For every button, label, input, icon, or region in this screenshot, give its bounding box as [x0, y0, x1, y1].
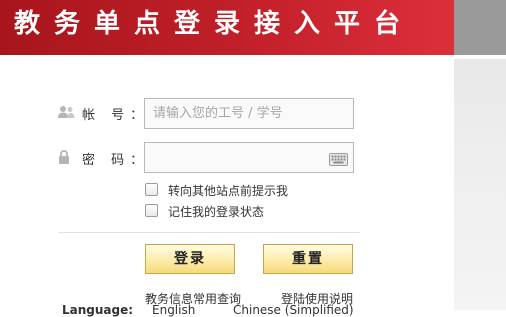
lock-icon [58, 149, 70, 168]
keyboard-icon[interactable] [329, 151, 348, 170]
account-input[interactable] [145, 99, 353, 128]
password-label: 密 码： [82, 153, 150, 168]
redirect-prompt-checkbox[interactable] [145, 183, 158, 196]
password-field-box [144, 142, 354, 173]
language-label: Language: [62, 303, 134, 317]
users-icon [58, 104, 75, 123]
remember-login-label: 记住我的登录状态 [168, 205, 265, 219]
side-panel [454, 59, 506, 310]
login-button[interactable]: 登录 [145, 244, 235, 274]
reset-button[interactable]: 重置 [263, 244, 353, 274]
header-banner: 教务单点登录接入平台 [0, 0, 454, 55]
language-english-link[interactable]: English [152, 303, 195, 317]
remember-login-checkbox[interactable] [145, 204, 158, 217]
page-title: 教务单点登录接入平台 [14, 9, 415, 39]
side-panel-top [454, 0, 506, 55]
account-label: 帐 号： [82, 108, 150, 123]
account-field-box [144, 98, 354, 129]
password-input[interactable] [145, 143, 353, 172]
language-chinese-link[interactable]: Chinese (Simplified) [233, 303, 354, 317]
redirect-prompt-label: 转向其他站点前提示我 [168, 184, 289, 198]
divider [58, 232, 360, 233]
